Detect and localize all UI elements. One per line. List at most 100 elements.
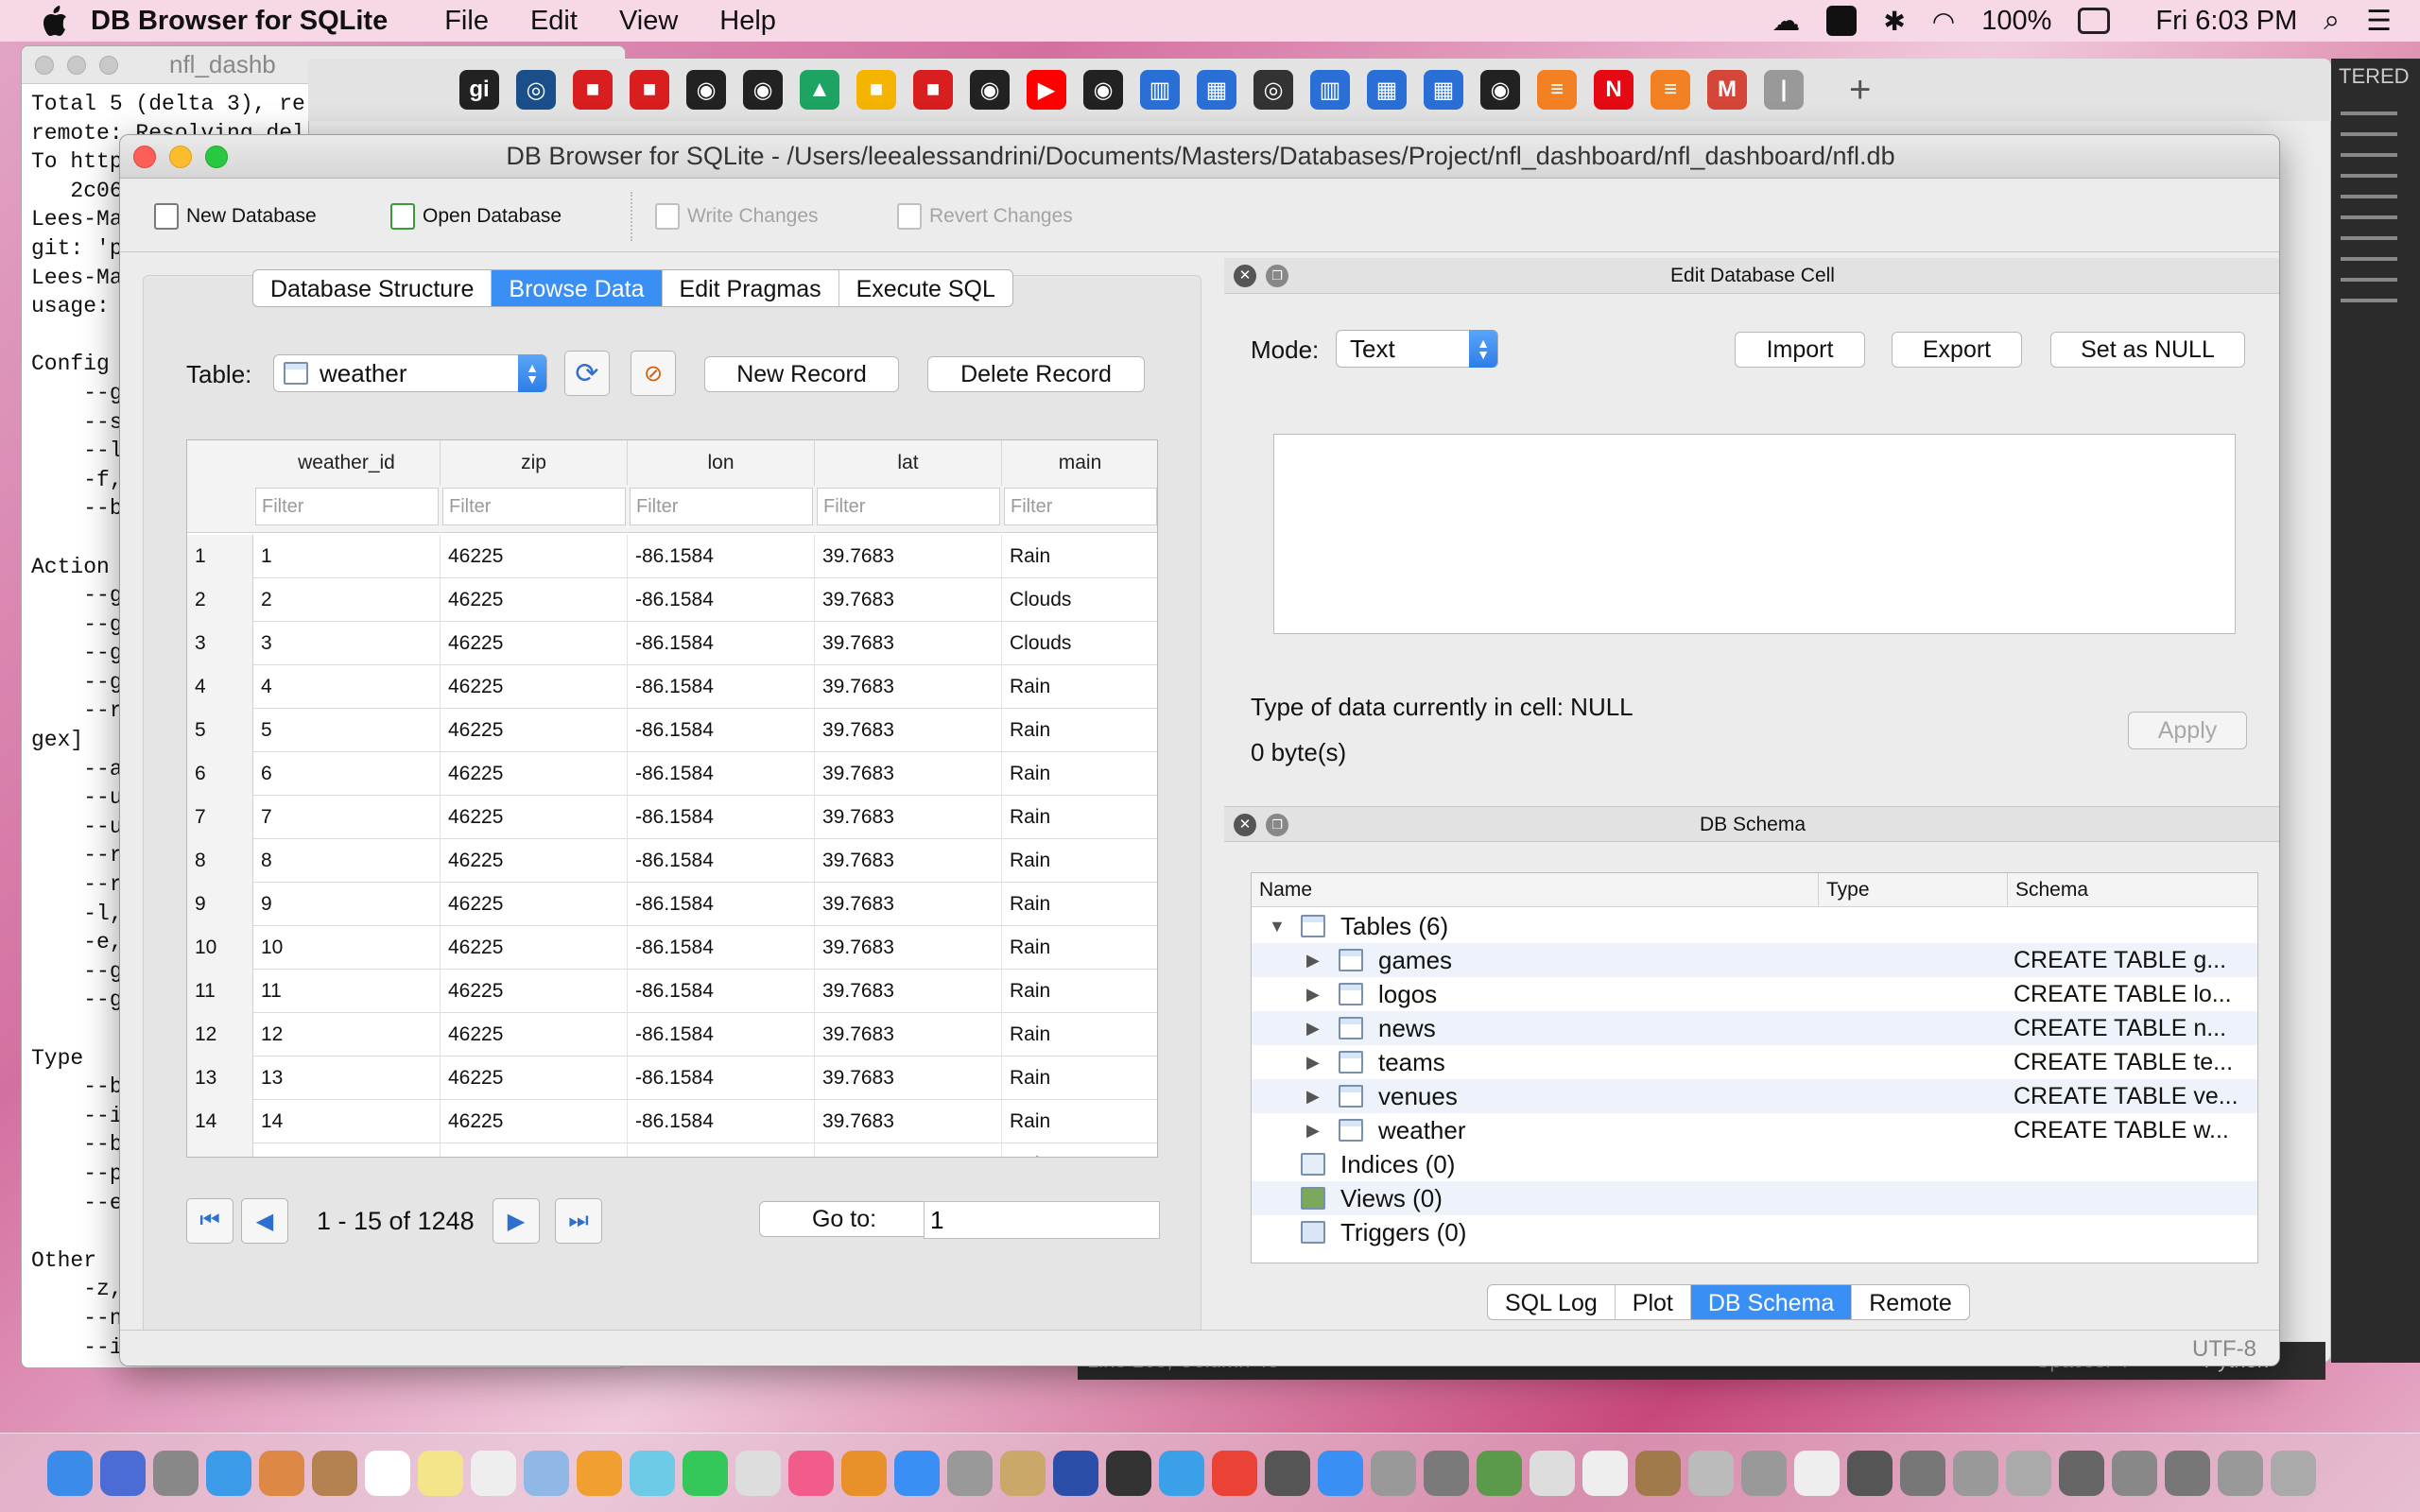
table-cell[interactable]: 1 <box>253 535 441 578</box>
expand-arrow-icon[interactable]: ▶ <box>1306 977 1320 1011</box>
table-cell[interactable]: -86.1584 <box>628 970 815 1013</box>
browser-tab-favicon[interactable]: ◉ <box>686 70 726 110</box>
table-cell[interactable]: 39.7683 <box>815 578 1002 622</box>
table-cell[interactable]: Rain <box>1002 752 1157 796</box>
terminal-minimize-button[interactable] <box>67 55 86 75</box>
table-cell[interactable]: 46225 <box>441 752 628 796</box>
browser-tab-favicon[interactable]: ◎ <box>1253 70 1293 110</box>
bluetooth-icon[interactable]: ✱ <box>1883 6 1905 37</box>
new-database-button[interactable]: New Database <box>154 199 317 233</box>
dock-app-icon[interactable] <box>1530 1450 1575 1496</box>
mode-select[interactable]: Text ▲ ▼ <box>1336 330 1498 368</box>
table-cell[interactable]: Rain <box>1002 926 1157 970</box>
dock-app-icon[interactable] <box>1477 1450 1522 1496</box>
tree-table-logos[interactable]: ▶ logos CREATE TABLE lo... <box>1252 977 2257 1011</box>
spotlight-icon[interactable]: ⌕ <box>2324 5 2340 37</box>
browser-tab-favicon[interactable]: ■ <box>630 70 669 110</box>
tree-table-venues[interactable]: ▶ venues CREATE TABLE ve... <box>1252 1079 2257 1113</box>
table-cell[interactable]: Rain <box>1002 1143 1157 1157</box>
wifi-icon[interactable]: ◠ <box>1932 6 1955 37</box>
table-cell[interactable]: Rain <box>1002 535 1157 578</box>
dock-app-icon[interactable] <box>524 1450 569 1496</box>
dock-app-icon[interactable] <box>683 1450 728 1496</box>
table-select[interactable]: weather ▲ ▼ <box>273 354 547 392</box>
tab-plot[interactable]: Plot <box>1616 1285 1691 1319</box>
dock-app-icon[interactable] <box>1212 1450 1257 1496</box>
dock-app-icon[interactable] <box>2271 1450 2316 1496</box>
expand-arrow-icon[interactable]: ▶ <box>1306 943 1320 977</box>
refresh-button[interactable]: ⟳ <box>564 351 610 396</box>
table-cell[interactable]: Clouds <box>1002 622 1157 665</box>
dock-app-icon[interactable] <box>1953 1450 1998 1496</box>
column-header-main[interactable]: main <box>1002 440 1157 486</box>
table-cell[interactable]: 46225 <box>441 839 628 883</box>
browser-tab-favicon[interactable]: ◎ <box>516 70 556 110</box>
table-cell[interactable]: -86.1584 <box>628 578 815 622</box>
browser-tab-favicon[interactable]: ▦ <box>1197 70 1236 110</box>
dock-app-icon[interactable] <box>471 1450 516 1496</box>
dock-app-icon[interactable] <box>2112 1450 2157 1496</box>
next-page-button[interactable]: ▶ <box>493 1198 540 1244</box>
dock-app-icon[interactable] <box>735 1450 781 1496</box>
dock-app-icon[interactable] <box>418 1450 463 1496</box>
dock-app-icon[interactable] <box>153 1450 199 1496</box>
table-cell[interactable]: 46225 <box>441 796 628 839</box>
row-number[interactable]: 6 <box>187 752 253 796</box>
dock-app-icon[interactable] <box>2218 1450 2263 1496</box>
cell-editor[interactable] <box>1273 434 2236 634</box>
row-number[interactable]: 8 <box>187 839 253 883</box>
table-row[interactable]: 14 14 46225 -86.1584 39.7683 Rain <box>187 1100 1157 1143</box>
column-filter-input[interactable]: Filter <box>255 488 439 525</box>
table-row[interactable]: 10 10 46225 -86.1584 39.7683 Rain <box>187 926 1157 970</box>
tree-table-news[interactable]: ▶ news CREATE TABLE n... <box>1252 1011 2257 1045</box>
dock-app-icon[interactable] <box>788 1450 834 1496</box>
dock-app-icon[interactable] <box>1900 1450 1945 1496</box>
browser-tab-favicon[interactable]: ■ <box>573 70 613 110</box>
table-row[interactable]: 151546225-86.158439.7683Rain <box>187 1143 1157 1157</box>
dock-app-icon[interactable] <box>365 1450 410 1496</box>
column-filter-input[interactable]: Filter <box>1004 488 1157 525</box>
table-cell[interactable]: 15 <box>253 1143 441 1157</box>
menu-help[interactable]: Help <box>719 6 776 37</box>
row-number[interactable]: 10 <box>187 926 253 970</box>
table-row[interactable]: 1 1 46225 -86.1584 39.7683 Rain <box>187 535 1157 578</box>
expand-arrow-icon[interactable]: ▶ <box>1306 1045 1320 1079</box>
tab-browse-data[interactable]: Browse Data <box>492 270 663 306</box>
dock-app-icon[interactable] <box>577 1450 622 1496</box>
browser-tab-favicon[interactable]: N <box>1594 70 1634 110</box>
apply-button[interactable]: Apply <box>2128 712 2247 749</box>
table-cell[interactable]: 8 <box>253 839 441 883</box>
dock-app-icon[interactable] <box>1159 1450 1204 1496</box>
dock-app-icon[interactable] <box>841 1450 887 1496</box>
menu-file[interactable]: File <box>444 6 489 37</box>
table-cell[interactable]: Clouds <box>1002 578 1157 622</box>
table-row[interactable]: 11 11 46225 -86.1584 39.7683 Rain <box>187 970 1157 1013</box>
tree-table-teams[interactable]: ▶ teams CREATE TABLE te... <box>1252 1045 2257 1079</box>
table-cell[interactable]: -86.1584 <box>628 883 815 926</box>
dock-app-icon[interactable] <box>2006 1450 2051 1496</box>
table-cell[interactable]: 3 <box>253 622 441 665</box>
tab-remote[interactable]: Remote <box>1852 1285 1969 1319</box>
battery-icon[interactable] <box>2078 8 2111 34</box>
browser-tab-favicon[interactable]: ▥ <box>1140 70 1180 110</box>
table-row[interactable]: 9 9 46225 -86.1584 39.7683 Rain <box>187 883 1157 926</box>
browser-tab-favicon[interactable]: gi <box>459 70 499 110</box>
table-cell[interactable]: 39.7683 <box>815 883 1002 926</box>
table-cell[interactable]: 12 <box>253 1013 441 1057</box>
row-number[interactable]: 12 <box>187 1013 253 1057</box>
browser-tab-favicon[interactable]: ■ <box>913 70 953 110</box>
table-cell[interactable]: -86.1584 <box>628 709 815 752</box>
table-cell[interactable]: 6 <box>253 752 441 796</box>
expand-arrow-icon[interactable]: ▶ <box>1306 1011 1320 1045</box>
set-null-button[interactable]: Set as NULL <box>2050 332 2245 368</box>
dock-app-icon[interactable] <box>630 1450 675 1496</box>
tab-database-structure[interactable]: Database Structure <box>253 270 493 306</box>
tree-tables[interactable]: ▼ Tables (6) <box>1252 909 2257 943</box>
column-header-weather-id[interactable]: weather_id <box>253 440 441 486</box>
table-cell[interactable]: 46225 <box>441 535 628 578</box>
browser-tab-favicon[interactable]: ≡ <box>1651 70 1690 110</box>
row-number[interactable]: 15 <box>187 1143 253 1157</box>
column-filter-input[interactable]: Filter <box>442 488 626 525</box>
row-number[interactable]: 9 <box>187 883 253 926</box>
browser-tab-favicon[interactable]: | <box>1764 70 1804 110</box>
